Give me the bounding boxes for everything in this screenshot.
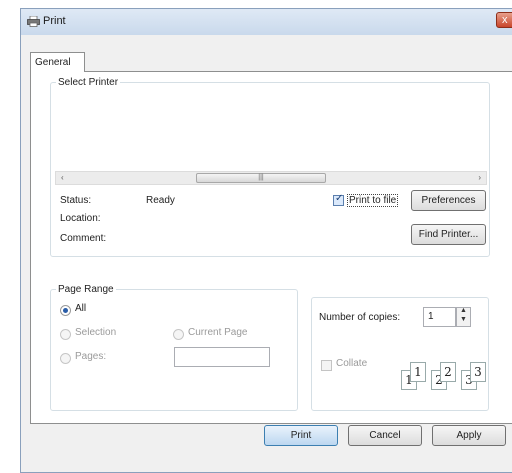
copies-input[interactable]: 1: [423, 307, 456, 327]
pages-input[interactable]: [174, 347, 270, 367]
selection-radio[interactable]: [60, 329, 71, 340]
page-range-group: Page Range All Selection Current Page Pa…: [50, 284, 298, 411]
print-to-file-label[interactable]: Print to file: [347, 194, 399, 207]
status-label: Status:: [60, 195, 92, 206]
close-icon[interactable]: x: [496, 12, 512, 28]
spin-down-icon[interactable]: ▼: [460, 316, 467, 323]
scroll-left-icon[interactable]: ‹: [61, 173, 64, 182]
print-dialog: Print x General Select Printer ‹ ||| › S…: [20, 8, 512, 473]
cancel-button[interactable]: Cancel: [348, 425, 422, 446]
dialog-body: General Select Printer ‹ ||| › Status: R…: [21, 35, 512, 472]
window-title: Print: [43, 15, 66, 27]
page-range-legend: Page Range: [58, 284, 114, 295]
selection-label[interactable]: Selection: [75, 327, 116, 338]
title-bar: Print x: [21, 9, 512, 35]
current-page-radio[interactable]: [173, 329, 184, 340]
tab-general[interactable]: General: [30, 52, 85, 72]
find-printer-button[interactable]: Find Printer...: [411, 224, 486, 245]
status-value: Ready: [146, 195, 175, 206]
apply-button[interactable]: Apply: [432, 425, 506, 446]
printer-icon: [27, 16, 40, 27]
pages-radio[interactable]: [60, 353, 71, 364]
location-label: Location:: [60, 213, 101, 224]
pages-label[interactable]: Pages:: [75, 351, 106, 362]
tab-panel-general: Select Printer ‹ ||| › Status: Ready Loc…: [30, 71, 512, 424]
all-radio[interactable]: [60, 305, 71, 316]
printer-list-scrollbar[interactable]: ‹ ||| ›: [55, 171, 487, 185]
preferences-button[interactable]: Preferences: [411, 190, 486, 211]
printer-list[interactable]: [55, 98, 487, 170]
scroll-thumb[interactable]: |||: [196, 173, 326, 183]
select-printer-legend: Select Printer: [58, 77, 119, 88]
current-page-label[interactable]: Current Page: [188, 327, 247, 338]
collate-label[interactable]: Collate: [336, 358, 367, 369]
copies-group: Number of copies: 1 ▲ ▼ Collate 1 1 2 2 …: [311, 297, 489, 411]
collate-checkbox[interactable]: [321, 360, 332, 371]
print-button[interactable]: Print: [264, 425, 338, 446]
copies-spinner[interactable]: ▲ ▼: [456, 307, 471, 327]
number-of-copies-label: Number of copies:: [319, 312, 401, 323]
spin-up-icon[interactable]: ▲: [460, 307, 467, 314]
comment-label: Comment:: [60, 233, 107, 244]
all-label[interactable]: All: [75, 303, 86, 314]
print-to-file-checkbox[interactable]: [333, 193, 344, 206]
scroll-right-icon[interactable]: ›: [478, 173, 481, 182]
select-printer-group: Select Printer ‹ ||| › Status: Ready Loc…: [50, 77, 490, 257]
